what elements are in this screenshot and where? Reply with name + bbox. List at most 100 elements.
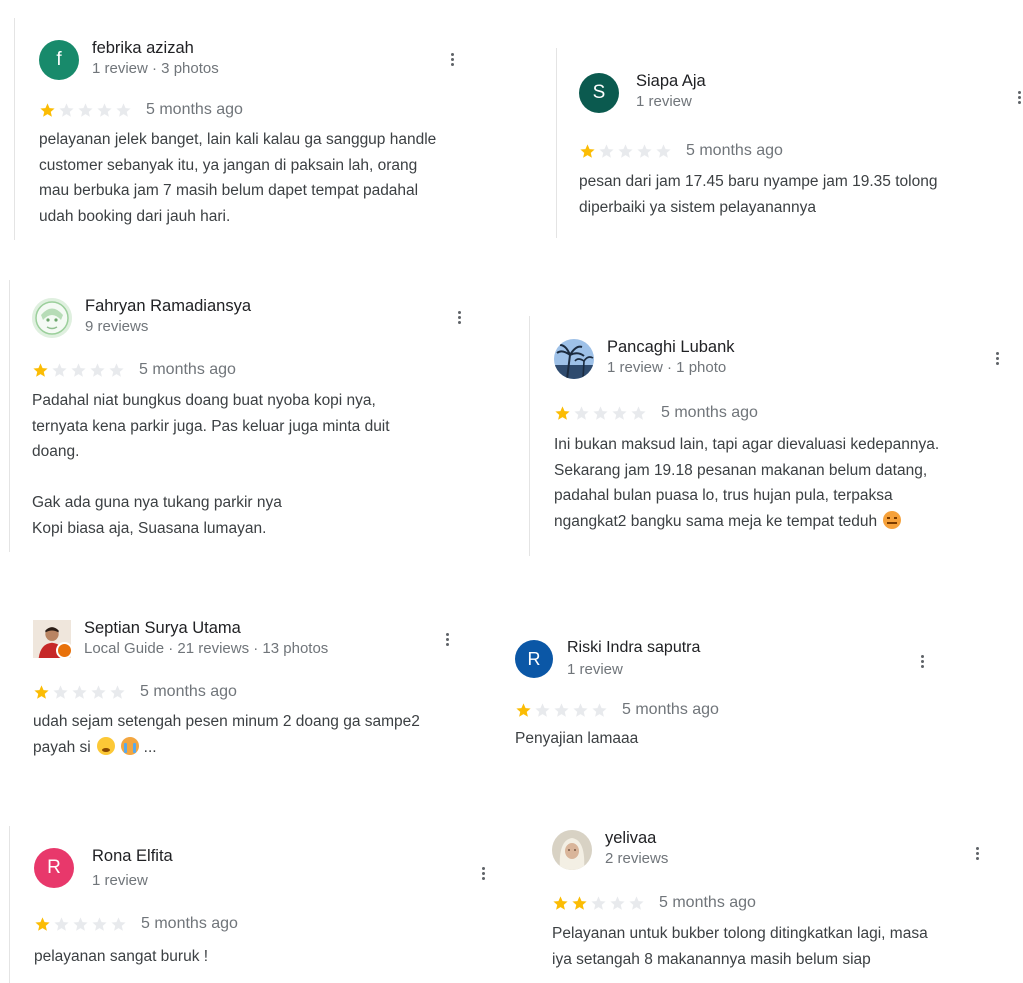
rating-row: 5 months ago [554, 404, 758, 422]
star-empty-icon [90, 362, 105, 377]
star-empty-icon [71, 362, 86, 377]
review-card-pancaghi: Pancaghi Lubank 1 review · 1 photo 5 mon… [529, 316, 1023, 556]
avatar[interactable]: f [39, 40, 79, 80]
star-filled-icon [33, 362, 48, 377]
star-empty-icon [618, 143, 633, 158]
reviewer-meta: 9 reviews [85, 318, 149, 335]
rating-row: 5 months ago [33, 683, 237, 701]
star-empty-icon [53, 684, 68, 699]
reviewer-meta: 1 review · 1 photo [607, 359, 727, 376]
crying-face-emoji [121, 736, 140, 755]
review-time: 5 months ago [141, 915, 238, 932]
avatar[interactable]: R [515, 640, 553, 678]
star-empty-icon [92, 916, 107, 931]
star-empty-icon [111, 916, 126, 931]
local-guide-badge-icon [56, 642, 73, 659]
avatar[interactable] [552, 830, 592, 870]
star-empty-icon [52, 362, 67, 377]
reviewer-name[interactable]: Pancaghi Lubank [607, 338, 735, 357]
hijab-portrait-icon [552, 830, 592, 870]
star-empty-icon [574, 405, 589, 420]
review-content: S Siapa Aja 1 review 5 months ago pesan … [579, 72, 1019, 233]
avatar[interactable] [32, 298, 72, 338]
star-rating [515, 702, 608, 719]
reviewer-name[interactable]: Septian Surya Utama [84, 619, 241, 638]
review-content: R Riski Indra saputra 1 review 5 months … [515, 639, 940, 755]
anime-portrait-icon [32, 298, 72, 338]
reviewer-meta: Local Guide · 21 reviews · 13 photos [84, 640, 329, 657]
avatar[interactable]: R [34, 848, 74, 888]
star-rating [554, 405, 647, 422]
reviewer-name[interactable]: Siapa Aja [636, 72, 706, 91]
review-content: f febrika azizah 1 review · 3 photos 5 m… [39, 39, 489, 240]
review-text: pesan dari jam 17.45 baru nyampe jam 19.… [579, 173, 938, 216]
star-filled-icon [516, 702, 531, 717]
review-text: Ini bukan maksud lain, tapi agar dievalu… [554, 436, 940, 530]
star-empty-icon [91, 684, 106, 699]
more-options-icon[interactable] [445, 48, 459, 70]
reviewer-name[interactable]: Rona Elfita [92, 847, 173, 866]
review-card-septian: Septian Surya Utama Local Guide · 21 rev… [8, 600, 498, 770]
review-text: Penyajian lamaaa [515, 730, 639, 747]
more-options-icon[interactable] [452, 306, 466, 328]
review-card-fahryan: Fahryan Ramadiansya 9 reviews 5 months a… [9, 280, 500, 552]
star-empty-icon [54, 916, 69, 931]
read-more-ellipsis[interactable]: ... [144, 739, 157, 756]
star-empty-icon [109, 362, 124, 377]
more-options-icon[interactable] [440, 628, 454, 650]
unamused-face-emoji [883, 510, 902, 529]
review-card-siapa: S Siapa Aja 1 review 5 months ago pesan … [556, 48, 1023, 238]
reviewer-name[interactable]: febrika azizah [92, 39, 194, 58]
more-options-icon[interactable] [476, 862, 490, 884]
review-text: Padahal niat bungkus doang buat nyoba ko… [32, 392, 390, 537]
review-content: yelivaa 2 reviews 5 months ago Pelayanan… [552, 829, 1007, 978]
review-text: udah sejam setengah pesen minum 2 doang … [33, 713, 420, 756]
star-empty-icon [656, 143, 671, 158]
avatar[interactable]: S [579, 73, 619, 113]
review-content: Fahryan Ramadiansya 9 reviews 5 months a… [32, 297, 492, 552]
star-rating [39, 102, 132, 119]
star-empty-icon [78, 102, 93, 117]
review-text: pelayanan sangat buruk ! [34, 948, 209, 965]
review-card-febrika: f febrika azizah 1 review · 3 photos 5 m… [14, 18, 495, 240]
rating-row: 5 months ago [515, 701, 719, 719]
star-filled-icon [40, 102, 55, 117]
reviewer-meta: 2 reviews [605, 850, 669, 867]
review-content: R Rona Elfita 1 review 5 months ago pela… [34, 847, 494, 978]
star-empty-icon [59, 102, 74, 117]
review-text: Pelayanan untuk bukber tolong ditingkatk… [552, 925, 928, 968]
review-time: 5 months ago [661, 404, 758, 421]
reviewer-name[interactable]: Fahryan Ramadiansya [85, 297, 251, 316]
reviewer-meta: 1 review [636, 93, 692, 110]
reviewer-meta: 1 review · 3 photos [92, 60, 219, 77]
star-empty-icon [599, 143, 614, 158]
reviewer-name[interactable]: Riski Indra saputra [567, 639, 700, 657]
rating-row: 5 months ago [32, 361, 236, 379]
avatar[interactable] [33, 620, 73, 659]
reviewer-meta: 1 review [92, 872, 148, 889]
star-filled-icon [553, 895, 568, 910]
review-text: pelayanan jelek banget, lain kali kalau … [39, 131, 437, 225]
star-empty-icon [554, 702, 569, 717]
more-options-icon[interactable] [915, 650, 929, 672]
star-empty-icon [116, 102, 131, 117]
more-options-icon[interactable] [990, 347, 1004, 369]
avatar[interactable] [554, 339, 594, 379]
rating-row: 5 months ago [39, 101, 243, 119]
more-options-icon[interactable] [970, 842, 984, 864]
review-time: 5 months ago [140, 683, 237, 700]
review-time: 5 months ago [659, 894, 756, 911]
sad-face-emoji [97, 736, 116, 755]
star-empty-icon [97, 102, 112, 117]
star-empty-icon [73, 916, 88, 931]
review-content: Pancaghi Lubank 1 review · 1 photo 5 mon… [554, 338, 1020, 554]
rating-row: 5 months ago [34, 915, 238, 933]
reviewer-name[interactable]: yelivaa [605, 829, 656, 848]
more-options-icon-clipped[interactable] [1016, 86, 1023, 108]
star-empty-icon [592, 702, 607, 717]
star-empty-icon [631, 405, 646, 420]
review-time: 5 months ago [146, 101, 243, 118]
review-card-rona: R Rona Elfita 1 review 5 months ago pela… [9, 826, 500, 983]
review-time: 5 months ago [686, 142, 783, 159]
star-empty-icon [591, 895, 606, 910]
